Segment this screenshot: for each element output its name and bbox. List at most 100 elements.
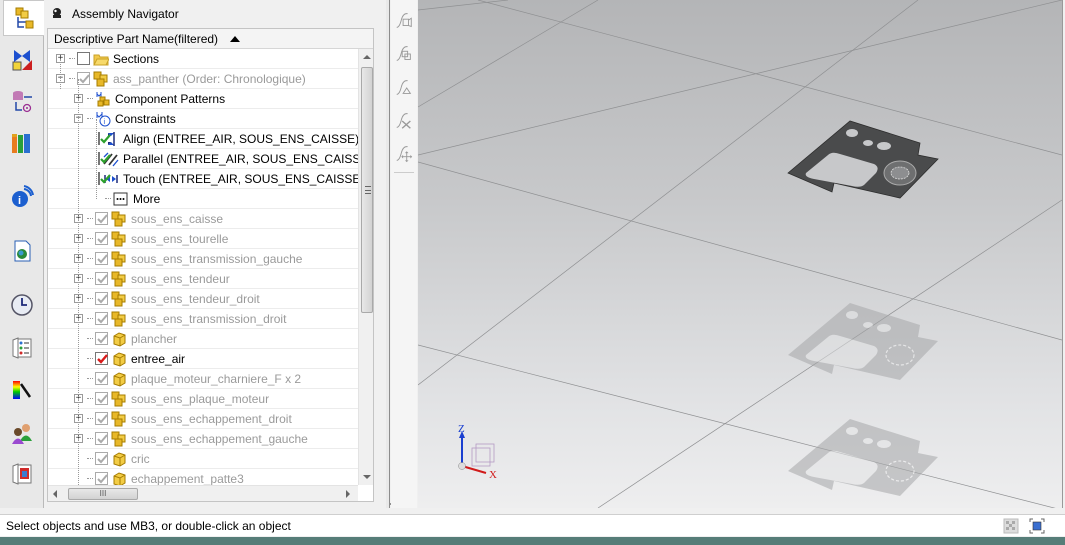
tree-row[interactable]: + sous_ens_transmission_gauche [48, 249, 358, 269]
tree-connector-line [87, 378, 93, 379]
tree-row[interactable]: plaque_moteur_charniere_F x 2 [48, 369, 358, 389]
tree-row[interactable]: Touch (ENTREE_AIR, SOUS_ENS_CAISSE) [48, 169, 364, 189]
tree-row[interactable]: + Sections [48, 49, 358, 69]
visibility-checkbox[interactable] [95, 452, 108, 465]
visibility-checkbox[interactable] [95, 232, 108, 245]
panel-splitter[interactable] [386, 0, 390, 508]
visualization-tab[interactable] [3, 372, 41, 408]
full-screen-icon[interactable] [1029, 518, 1045, 534]
column-header-part-name[interactable]: Descriptive Part Name(filtered) [48, 29, 373, 49]
sketch-copy-button[interactable] [394, 43, 414, 65]
tree-row[interactable]: Align (ENTREE_AIR, SOUS_ENS_CAISSE) [48, 129, 359, 149]
visibility-checkbox[interactable] [95, 212, 108, 225]
3d-scene[interactable]: Z X [418, 0, 1062, 508]
vertical-scroll-thumb[interactable] [361, 67, 373, 313]
tree-row[interactable]: + sous_ens_caisse [48, 209, 358, 229]
tree-row[interactable]: entree_air [48, 349, 358, 369]
tree-row[interactable]: + sous_ens_tourelle [48, 229, 358, 249]
wcs-triad[interactable]: Z X [458, 423, 497, 481]
sketch-delete-button[interactable] [394, 110, 414, 132]
tree-connector-line [78, 79, 79, 499]
tree-row[interactable]: + sous_ens_echappement_droit [48, 409, 358, 429]
horizontal-scrollbar[interactable]: III [48, 485, 358, 501]
vertical-scrollbar[interactable] [358, 49, 373, 485]
graphics-viewport[interactable]: Z X [418, 0, 1062, 508]
tree-row-label: plaque_moteur_charniere_F x 2 [131, 371, 302, 386]
visibility-checkbox[interactable] [95, 352, 108, 365]
sketch-move-button[interactable] [394, 143, 414, 165]
assembly-icon [111, 391, 127, 407]
hd3d-tools-tab[interactable]: i [3, 179, 41, 215]
part-ghost-1[interactable] [788, 303, 938, 380]
assembly-icon [111, 311, 127, 327]
web-browser-tab[interactable] [3, 233, 41, 269]
system-scene-icon [12, 463, 32, 485]
tree-row[interactable]: More [48, 189, 358, 209]
visibility-checkbox[interactable] [95, 332, 108, 345]
visibility-checkbox[interactable] [95, 372, 108, 385]
tree-connector-line [87, 478, 93, 479]
part-navigator-tab[interactable] [3, 83, 41, 119]
assembly-navigator-tab[interactable] [3, 0, 44, 36]
visibility-checkbox[interactable] [95, 272, 108, 285]
constraint-navigator-icon [12, 50, 32, 71]
tree-row[interactable]: − ass_panther (Order: Chronologique) [48, 69, 358, 89]
tree-row[interactable]: − i Constraints [48, 109, 358, 129]
pin-icon[interactable] [50, 7, 64, 21]
visibility-checkbox[interactable] [95, 252, 108, 265]
tree-row-label: sous_ens_tendeur_droit [131, 291, 260, 306]
tree-row[interactable]: + sous_ens_tendeur [48, 269, 358, 289]
tree-row[interactable]: + Component Patterns [48, 89, 358, 109]
nx-window: i Assembly Navigator Descriptive Part Na… [0, 0, 1065, 545]
tree-row[interactable]: plancher [48, 329, 358, 349]
visibility-checkbox[interactable] [98, 152, 111, 165]
visibility-checkbox[interactable] [95, 292, 108, 305]
grid-line [418, 0, 1062, 156]
sketch-triangle-button[interactable] [394, 77, 414, 99]
tree-connector-line [87, 278, 93, 279]
tree-connector-line [87, 318, 93, 319]
tree-row[interactable]: + sous_ens_echappement_gauche [48, 429, 358, 449]
reuse-library-tab[interactable] [3, 125, 41, 161]
navigator-title-bar: Assembly Navigator [50, 5, 179, 23]
assembly-icon [111, 291, 127, 307]
scroll-right-icon[interactable] [346, 490, 350, 498]
tree-row[interactable]: + sous_ens_transmission_droit [48, 309, 358, 329]
sketch-delete-icon [396, 113, 411, 129]
system-scene-tab[interactable] [3, 456, 41, 492]
visibility-checkbox[interactable] [95, 472, 108, 485]
tree-row[interactable]: Parallel (ENTREE_AIR, SOUS_ENS_CAISSE) [48, 149, 372, 169]
tree-row[interactable]: + sous_ens_tendeur_droit [48, 289, 358, 309]
constraint-navigator-tab[interactable] [3, 42, 41, 78]
tree-connector-line [87, 298, 93, 299]
part-icon [111, 351, 127, 367]
visibility-checkbox[interactable] [77, 52, 90, 65]
visibility-checkbox[interactable] [95, 312, 108, 325]
assembly-icon [111, 251, 127, 267]
visibility-checkbox[interactable] [98, 132, 111, 145]
horizontal-scroll-thumb[interactable]: III [68, 488, 138, 500]
status-bar: Select objects and use MB3, or double-cl… [0, 514, 1065, 536]
visibility-checkbox[interactable] [95, 392, 108, 405]
tree-row-label: Touch (ENTREE_AIR, SOUS_ENS_CAISSE) [123, 171, 365, 186]
process-studio-tab[interactable] [3, 330, 41, 366]
tree-row[interactable]: cric [48, 449, 358, 469]
visualization-icon [13, 381, 32, 399]
roles-tab[interactable] [3, 415, 41, 451]
visibility-checkbox[interactable] [98, 172, 111, 185]
part-entree-air[interactable] [787, 120, 939, 199]
scroll-left-icon[interactable] [53, 490, 57, 498]
tree-row-label: sous_ens_transmission_droit [131, 311, 287, 326]
tree-row[interactable]: + sous_ens_plaque_moteur [48, 389, 358, 409]
history-tab[interactable] [3, 287, 41, 323]
visibility-checkbox[interactable] [95, 412, 108, 425]
tree-connector-line [87, 358, 93, 359]
tree-row-label: sous_ens_caisse [131, 211, 224, 226]
part-ghost-2[interactable] [788, 419, 938, 496]
scroll-up-icon[interactable] [363, 55, 371, 59]
sketch-add-button[interactable] [394, 10, 414, 32]
tree-connector-line [87, 338, 93, 339]
selection-filter-icon[interactable] [1003, 518, 1019, 534]
scroll-down-icon[interactable] [363, 475, 371, 479]
visibility-checkbox[interactable] [95, 432, 108, 445]
